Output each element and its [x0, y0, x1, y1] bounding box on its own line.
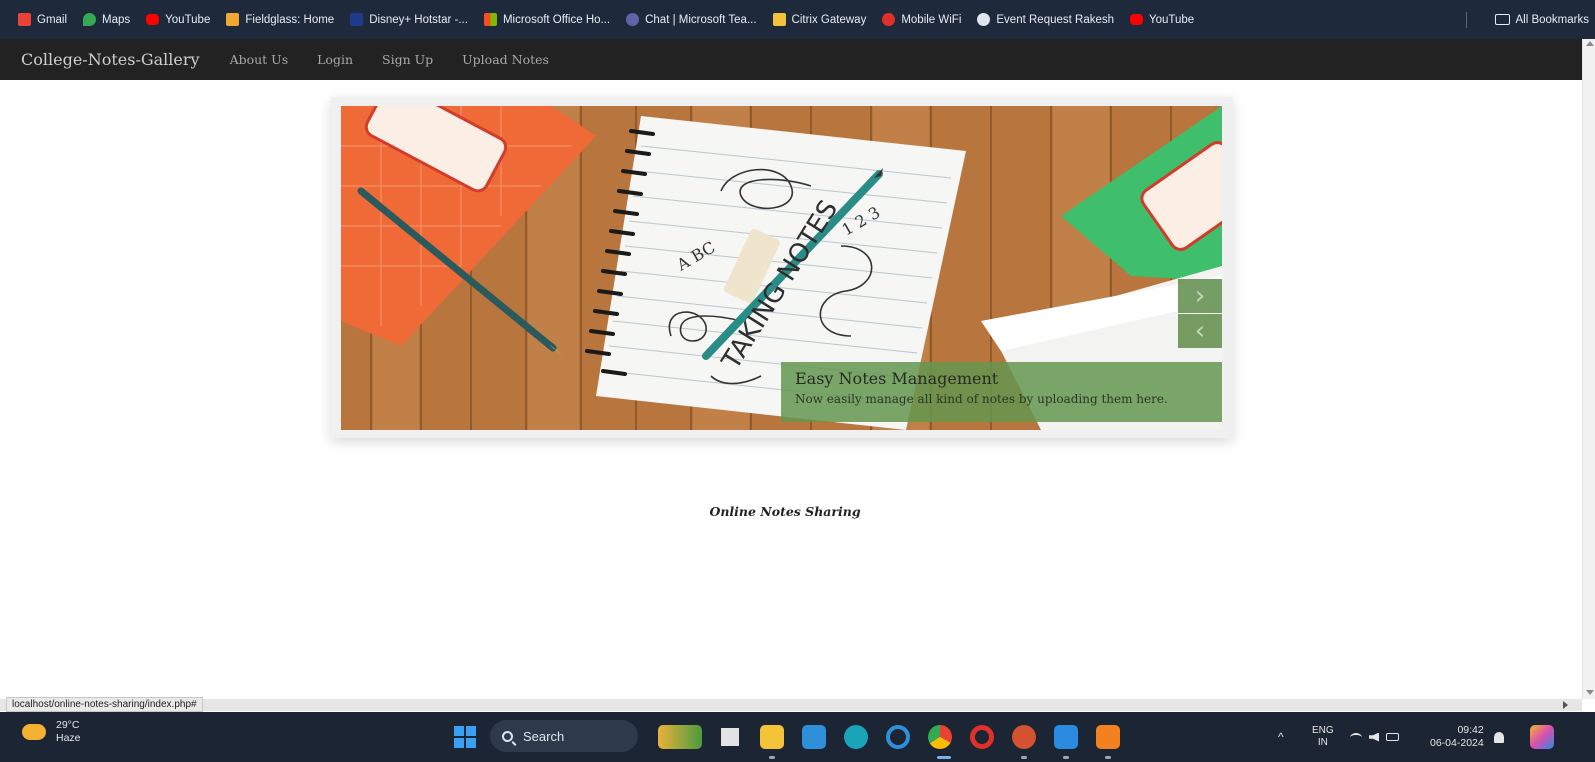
office-icon	[483, 13, 497, 26]
taskbar-search[interactable]: Search	[490, 720, 638, 752]
horizontal-scrollbar[interactable]	[0, 699, 1582, 711]
chevron-up-icon: ^	[1278, 730, 1284, 744]
clock-date: 06-04-2024	[1430, 737, 1484, 749]
teams-icon	[626, 13, 640, 26]
weather-temperature: 29°C	[56, 719, 80, 731]
vscode-icon[interactable]	[1054, 725, 1078, 749]
bookmarks-bar: Gmail Maps YouTube Fieldglass: Home Disn…	[0, 0, 1595, 39]
youtube-icon	[1130, 14, 1144, 25]
bookmark-office[interactable]: Microsoft Office Ho...	[483, 13, 610, 26]
windows-taskbar: 29°C Haze Search ^ ENG IN 09:42 06-04-2024	[0, 712, 1595, 762]
cortana-icon[interactable]	[886, 725, 910, 749]
bookmark-teams[interactable]: Chat | Microsoft Tea...	[626, 13, 757, 26]
powerpoint-icon[interactable]	[1012, 725, 1036, 749]
site-tagline: Online Notes Sharing	[709, 504, 861, 519]
bookmark-citrix[interactable]: Citrix Gateway	[772, 13, 866, 26]
nav-login[interactable]: Login	[317, 52, 353, 67]
fieldglass-icon	[226, 13, 240, 26]
battery-icon	[1386, 733, 1399, 741]
weather-condition: Haze	[56, 732, 81, 744]
weather-widget[interactable]: 29°C Haze	[22, 719, 81, 745]
calculator-icon[interactable]	[802, 725, 826, 749]
notifications-button[interactable]	[1494, 712, 1504, 762]
quick-settings[interactable]	[1350, 712, 1399, 762]
clock[interactable]: 09:42 06-04-2024	[1430, 712, 1484, 762]
bell-icon	[1494, 731, 1504, 743]
status-url: localhost/online-notes-sharing/index.php…	[6, 697, 203, 712]
hotstar-icon	[350, 13, 364, 26]
image-slider: TAKING NOTES A BC 1 2 3 Easy Notes Manag…	[331, 97, 1233, 438]
chevron-right-icon: ›	[1194, 281, 1206, 311]
chevron-left-icon: ‹	[1194, 316, 1206, 346]
bookmark-fieldglass[interactable]: Fieldglass: Home	[226, 13, 334, 26]
all-bookmarks-button[interactable]: All Bookmarks	[1494, 14, 1589, 26]
chrome-icon[interactable]	[928, 725, 952, 749]
slider-prev-button[interactable]: ‹	[1178, 314, 1222, 348]
slide-caption-title: Easy Notes Management	[795, 369, 999, 388]
globe-icon	[977, 13, 991, 26]
clock-time: 09:42	[1457, 724, 1484, 736]
bookmark-maps[interactable]: Maps	[83, 13, 130, 26]
nav-upload-notes[interactable]: Upload Notes	[462, 52, 549, 67]
wifi-bookmark-icon	[882, 13, 896, 26]
bookmark-gmail[interactable]: Gmail	[18, 13, 67, 26]
volume-icon	[1369, 732, 1379, 742]
bookmark-hotstar[interactable]: Disney+ Hotstar -...	[350, 13, 468, 26]
language-indicator[interactable]: ENG IN	[1312, 712, 1334, 762]
maps-icon	[83, 13, 97, 26]
scroll-up-icon[interactable]	[1586, 41, 1594, 46]
slide-image: TAKING NOTES A BC 1 2 3 Easy Notes Manag…	[341, 106, 1222, 430]
file-explorer-icon[interactable]	[760, 725, 784, 749]
gmail-icon	[18, 13, 31, 26]
bookmark-event-request[interactable]: Event Request Rakesh	[977, 13, 1114, 26]
scroll-down-icon[interactable]	[1586, 690, 1594, 695]
task-view-icon[interactable]	[718, 725, 742, 749]
opera-icon[interactable]	[970, 725, 994, 749]
citrix-icon	[772, 13, 786, 26]
vertical-scrollbar[interactable]	[1582, 39, 1595, 699]
nav-sign-up[interactable]: Sign Up	[382, 52, 433, 67]
nav-about-us[interactable]: About Us	[230, 52, 289, 67]
haze-weather-icon	[22, 724, 46, 740]
taskbar-search-label: Search	[523, 728, 565, 744]
search-icon	[502, 730, 513, 742]
bookmarks-divider	[1466, 12, 1467, 28]
slider-next-button[interactable]: ›	[1178, 279, 1222, 313]
bookmark-youtube-2[interactable]: YouTube	[1130, 14, 1194, 26]
windows-start-icon[interactable]	[454, 726, 476, 748]
folder-icon	[1494, 14, 1510, 25]
scroll-right-icon[interactable]	[1563, 701, 1568, 709]
show-hidden-icons-button[interactable]: ^	[1278, 712, 1284, 762]
wifi-icon	[1350, 732, 1362, 742]
xampp-icon[interactable]	[1096, 725, 1120, 749]
slide-caption: Easy Notes Management Now easily manage …	[781, 362, 1222, 422]
bookmark-youtube[interactable]: YouTube	[146, 14, 210, 26]
widgets-app-icon[interactable]	[658, 725, 702, 749]
youtube-icon	[146, 14, 160, 25]
bookmark-mobile-wifi[interactable]: Mobile WiFi	[882, 13, 961, 26]
edge-browser-icon[interactable]	[844, 725, 868, 749]
copilot-icon[interactable]	[1530, 725, 1554, 749]
site-navbar: College-Notes-Gallery About Us Login Sig…	[0, 39, 1582, 80]
slide-caption-text: Now easily manage all kind of notes by u…	[795, 392, 1168, 406]
site-brand-link[interactable]: College-Notes-Gallery	[21, 50, 200, 69]
